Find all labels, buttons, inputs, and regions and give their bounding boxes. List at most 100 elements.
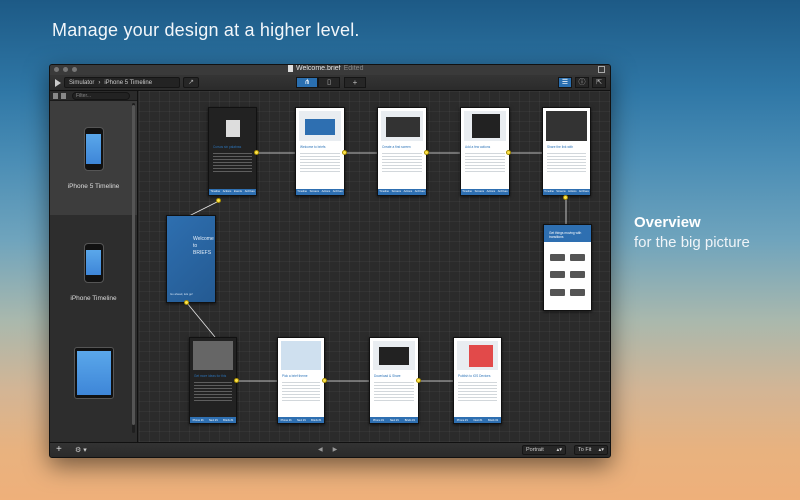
screen-card[interactable]: Welcome to BRIEFS Go ahead, lets go!: [166, 215, 216, 303]
screen-card[interactable]: Share the link with Timeline Screens Act…: [542, 107, 591, 196]
screen-tab: Next #1: [473, 418, 483, 422]
timeline-canvas[interactable]: Cursos sin palabras Timeline Actions Eve…: [139, 91, 610, 444]
list-icon[interactable]: ☰: [558, 77, 572, 88]
sidebar-item-label: iPhone Timeline: [70, 294, 117, 302]
connector-dot[interactable]: [563, 195, 568, 200]
screen-tab: Archives: [578, 190, 589, 194]
title-bar: Welcome.brief Edited: [50, 65, 610, 75]
screen-title: Get things moving with transitions: [549, 231, 582, 239]
screen-card[interactable]: Cursos sin palabras Timeline Actions Eve…: [208, 107, 257, 196]
screen-tab: Archives: [332, 190, 343, 194]
ipad-icon: [73, 347, 114, 399]
screen-tab: Actions: [321, 190, 331, 194]
export-icon[interactable]: ⇱: [592, 77, 606, 88]
screen-tab: Phone #1: [456, 418, 468, 422]
connector-dot[interactable]: [322, 378, 327, 383]
screen-tab: Screens: [391, 190, 402, 194]
screen-tab: Phone #1: [372, 418, 385, 422]
screen-card[interactable]: Pick a brief theme Phone #1 Next #1 Brie…: [277, 337, 325, 424]
overview-subtitle: for the big picture: [634, 234, 750, 251]
fullscreen-icon[interactable]: [598, 66, 605, 73]
screen-tab: Timeline: [297, 190, 307, 194]
orientation-select[interactable]: Portrait ▴▾: [522, 445, 566, 455]
screen-tab: Actions: [568, 190, 577, 194]
sidebar-item-iphone-timeline[interactable]: iPhone Timeline: [50, 215, 137, 329]
inspector-toggles: ☰ ⓘ ⇱: [558, 77, 606, 88]
connector-dot[interactable]: [424, 150, 429, 155]
document-status: Edited: [343, 65, 364, 72]
scheme-target: Simulator: [69, 79, 95, 86]
scheme-timeline: iPhone 5 Timeline: [104, 79, 153, 86]
screen-title: Get more ideas for this: [194, 373, 227, 378]
connector-dot[interactable]: [234, 378, 239, 383]
filter-row: Filter...: [50, 91, 137, 101]
connector-dot[interactable]: [342, 150, 347, 155]
headline: Manage your design at a higher level.: [52, 20, 360, 40]
app-window: Welcome.brief Edited Simulator › iPhone …: [49, 64, 611, 458]
screen-card[interactable]: Get things moving with transitions: [543, 224, 592, 311]
bottom-bar: + ⚙ ▾ ◀ ▶ Portrait ▴▾ To Fit ▴▾: [50, 442, 610, 457]
connector-dot[interactable]: [216, 198, 221, 203]
screen-tab: Actions: [403, 190, 413, 194]
share-button[interactable]: ↗: [183, 77, 199, 88]
sidebar-item-iphone5-timeline[interactable]: iPhone 5 Timeline: [50, 101, 137, 215]
gear-icon[interactable]: ⚙ ▾: [75, 446, 87, 454]
screen-tab: Phone #1: [192, 418, 204, 422]
info-icon[interactable]: ⓘ: [575, 77, 589, 88]
add-timeline-button[interactable]: +: [56, 445, 62, 455]
screen-tab: Briefs #1: [223, 418, 234, 422]
sidebar-item-ipad-timeline[interactable]: [50, 329, 137, 429]
list-view-icon[interactable]: [61, 93, 66, 99]
sidebar-item-label: iPhone 5 Timeline: [67, 182, 120, 190]
screen-tab: Briefs #1: [487, 418, 499, 422]
screen-title: Pick a brief theme: [282, 373, 308, 378]
zoom-value: To Fit: [578, 447, 592, 453]
connector-dot[interactable]: [254, 150, 259, 155]
close-button[interactable]: [54, 67, 59, 72]
screen-card[interactable]: Publish to iOS Devices Phone #1 Next #1 …: [453, 337, 502, 424]
filter-input[interactable]: Filter...: [72, 92, 130, 100]
chevron-updown-icon: ▴▾: [556, 447, 562, 453]
screen-tab: Actions: [222, 190, 232, 194]
document-icon: [288, 65, 293, 72]
zoom-select[interactable]: To Fit ▴▾: [574, 445, 608, 455]
window-controls: [54, 67, 77, 72]
minimize-button[interactable]: [63, 67, 68, 72]
screen-tab: Next #1: [208, 418, 218, 422]
screen-card[interactable]: Download & Share Phone #1 Next #1 Briefs…: [369, 337, 419, 424]
next-arrow-icon[interactable]: ▶: [333, 446, 338, 453]
screen-tab: Archives: [497, 190, 508, 194]
screen-title: Publish to iOS Devices: [458, 373, 491, 378]
toolbar: Simulator › iPhone 5 Timeline ↗ ⋔ ▯ + ☰ …: [50, 75, 610, 91]
connector-dot[interactable]: [184, 300, 189, 305]
timeline-view-button[interactable]: ⋔: [296, 77, 318, 88]
screen-card[interactable]: Create a first screen Timeline Screens A…: [377, 107, 427, 196]
add-screen-button[interactable]: +: [344, 77, 366, 88]
connector-dot[interactable]: [416, 378, 421, 383]
sidebar-scrollbar[interactable]: [132, 103, 135, 433]
screen-card[interactable]: Add a few actions Timeline Screens Actio…: [460, 107, 510, 196]
connector-dot[interactable]: [506, 150, 511, 155]
overview-title: Overview: [634, 214, 701, 231]
scheme-selector[interactable]: Simulator › iPhone 5 Timeline: [64, 77, 180, 88]
screen-tab: Screens: [309, 190, 320, 194]
view-mode-segment: ⋔ ▯: [296, 77, 340, 88]
scheme-separator: ›: [98, 79, 101, 86]
document-title: Welcome.brief Edited: [288, 65, 363, 72]
screen-tab: Screens: [556, 190, 566, 194]
welcome-footer: Go ahead, lets go!: [170, 292, 193, 296]
grid-icon[interactable]: [53, 93, 58, 99]
screen-tab: Timeline: [379, 190, 389, 194]
device-view-button[interactable]: ▯: [318, 77, 340, 88]
orientation-value: Portrait: [526, 447, 544, 453]
screen-card[interactable]: Welcome to briefs Timeline Screens Actio…: [295, 107, 345, 196]
screen-title: Create a first screen: [382, 144, 411, 149]
screen-tab: Timeline: [544, 190, 554, 194]
zoom-button[interactable]: [72, 67, 77, 72]
previous-arrow-icon[interactable]: ◀: [318, 446, 323, 453]
screen-tab: Next #1: [296, 418, 306, 422]
screen-card[interactable]: Get more ideas for this Phone #1 Next #1…: [189, 337, 237, 424]
chevron-updown-icon: ▴▾: [598, 447, 604, 453]
play-icon[interactable]: [55, 79, 61, 87]
screen-tab: Briefs #1: [404, 418, 416, 422]
